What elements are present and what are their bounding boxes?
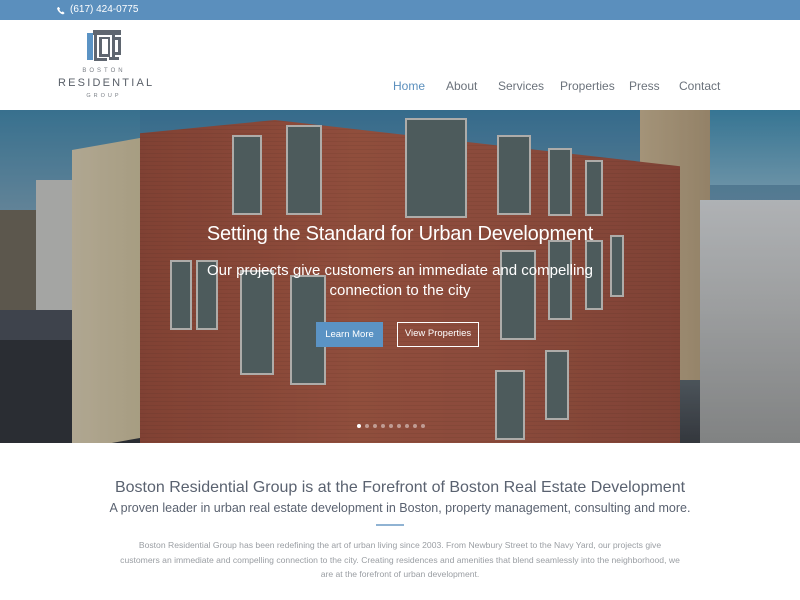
nav-about[interactable]: About — [446, 78, 477, 94]
learn-more-button[interactable]: Learn More — [316, 322, 383, 347]
intro-body: Boston Residential Group has been redefi… — [120, 540, 680, 579]
phone-number: (617) 424-0775 — [70, 4, 139, 15]
slider-dot-6[interactable] — [397, 424, 401, 428]
slider-dot-5[interactable] — [389, 424, 393, 428]
nav-press[interactable]: Press — [629, 78, 660, 94]
slider-dot-2[interactable] — [365, 424, 369, 428]
slider-pagination — [357, 424, 425, 428]
nav-services[interactable]: Services — [498, 78, 544, 94]
header: BOSTON RESIDENTIAL GROUP Home About Serv… — [0, 20, 800, 110]
phone-contact[interactable]: (617) 424-0775 — [57, 3, 138, 17]
hero-title: Setting the Standard for Urban Developme… — [206, 223, 594, 245]
hero-subtitle: Our projects give customers an immediate… — [206, 262, 593, 299]
nav-properties[interactable]: Properties — [560, 78, 615, 94]
slider-dot-9[interactable] — [421, 424, 425, 428]
slider-dot-3[interactable] — [373, 424, 377, 428]
divider — [376, 524, 404, 526]
slider-dot-7[interactable] — [405, 424, 409, 428]
slider-dot-4[interactable] — [381, 424, 385, 428]
intro-section: Boston Residential Group is at the Foref… — [0, 443, 800, 600]
intro-heading: Boston Residential Group is at the Foref… — [114, 479, 686, 496]
main-nav: Home About Services Properties Press Con… — [0, 78, 800, 94]
phone-icon — [57, 6, 65, 14]
nav-home[interactable]: Home — [393, 78, 425, 94]
building-logo-icon — [87, 30, 121, 61]
top-bar: (617) 424-0775 — [0, 0, 800, 20]
slider-dot-8[interactable] — [413, 424, 417, 428]
slider-dot-1[interactable] — [357, 424, 361, 428]
view-properties-button[interactable]: View Properties — [397, 322, 479, 347]
hero-slider: Setting the Standard for Urban Developme… — [0, 110, 800, 443]
intro-subheading: A proven leader in urban real estate dev… — [109, 501, 691, 515]
nav-contact[interactable]: Contact — [679, 78, 720, 94]
logo-text-boston: BOSTON — [82, 68, 126, 74]
